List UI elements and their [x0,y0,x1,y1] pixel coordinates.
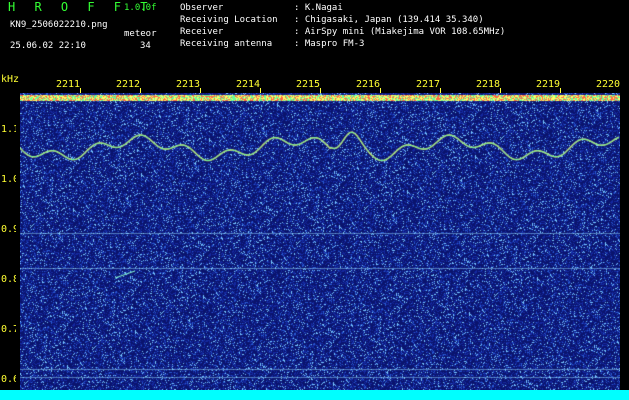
info-value: : Chigasaki, Japan (139.414 35.340) [294,15,484,25]
version-label: 1.0.0f [124,3,157,13]
time-tick-label: 2213 [176,79,201,90]
time-tick-label: 2220 [596,79,621,90]
info-row-antenna: Receiving antenna : Maspro FM-3 [180,39,505,51]
info-key: Observer [180,3,224,13]
time-tick-label: 2215 [296,79,321,90]
time-tick-label: 2216 [356,79,381,90]
time-tick-label: 2218 [476,79,501,90]
datetime-label: 25.06.02 22:10 [10,41,86,51]
count-label: 34 [140,41,151,51]
info-key: Receiver [180,27,224,37]
info-key: Receiving antenna [180,39,273,49]
time-tick-label: 2212 [116,79,141,90]
waterfall-spectrogram [20,93,620,390]
time-tick-label: 2217 [416,79,441,90]
y-unit-label: kHz [1,74,20,85]
mode-label: meteor [124,29,157,39]
info-value: : Maspro FM-3 [294,39,365,49]
time-tick-label: 2219 [536,79,561,90]
info-value: : K.Nagai [294,3,343,13]
signal-strength-bar [0,390,629,400]
info-row-receiver: Receiver : AirSpy mini (Miakejima VOR 10… [180,27,505,39]
filename-label: KN9_2506022210.png [10,20,108,30]
info-row-observer: Observer : K.Nagai [180,3,505,15]
time-tick-label: 2211 [56,79,81,90]
time-tick-label: 2214 [236,79,261,90]
info-row-location: Receiving Location : Chigasaki, Japan (1… [180,15,505,27]
time-axis: 2211 2212 2213 2214 2215 2216 2217 2218 … [20,79,620,93]
station-info: Observer : K.Nagai Receiving Location : … [180,3,505,51]
info-value: : AirSpy mini (Miakejima VOR 108.65MHz) [294,27,506,37]
info-key: Receiving Location [180,15,278,25]
